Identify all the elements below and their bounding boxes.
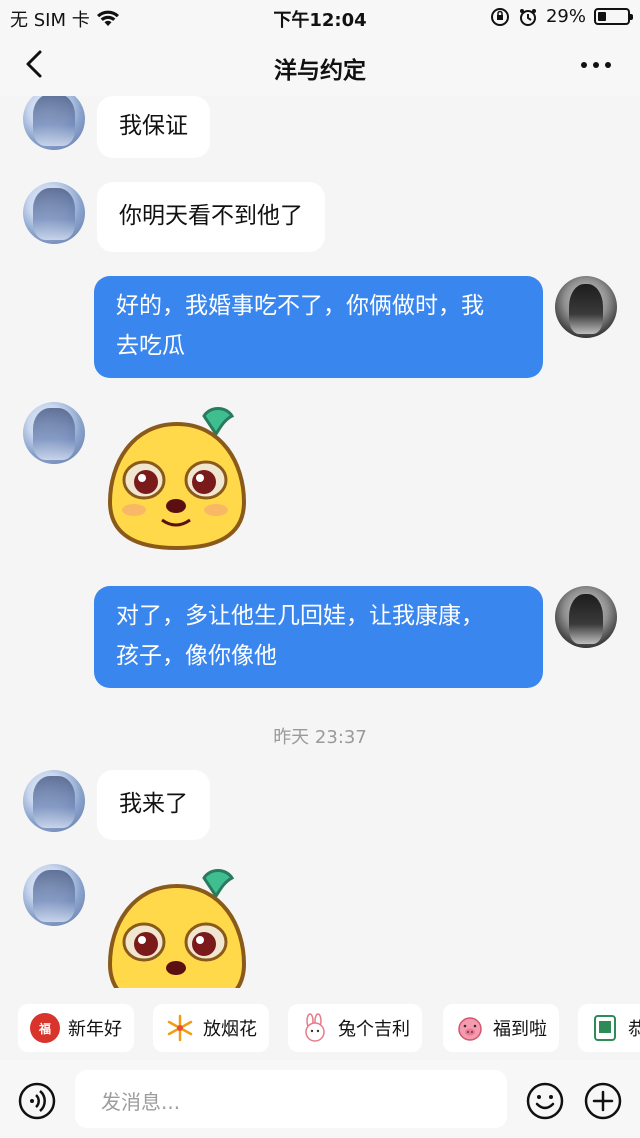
quick-reply-chip[interactable]: 恭 bbox=[578, 1004, 640, 1052]
self-avatar[interactable] bbox=[555, 586, 617, 648]
incoming-message-bubble[interactable]: 我保证 bbox=[97, 96, 210, 158]
quick-reply-label: 福到啦 bbox=[493, 1019, 547, 1040]
firework-icon bbox=[167, 1014, 193, 1042]
status-bar: 无 SIM 卡 下午12:04 29% bbox=[0, 0, 640, 34]
battery-percent: 29% bbox=[545, 6, 586, 27]
peer-avatar[interactable] bbox=[23, 770, 85, 832]
message-text-line: 好的，我婚事吃不了，你俩做时，我 bbox=[116, 293, 484, 319]
yellow-blob-dog-sticker[interactable] bbox=[104, 864, 250, 988]
outgoing-message-bubble[interactable]: 好的，我婚事吃不了，你俩做时，我 去吃瓜 bbox=[94, 276, 543, 378]
emoji-icon[interactable] bbox=[526, 1082, 564, 1120]
message-list[interactable]: 我保证 你明天看不到他了 好的，我婚事吃不了，你俩做时，我 去吃瓜 对了，多让他… bbox=[0, 96, 640, 988]
chat-title: 洋与约定 bbox=[274, 58, 366, 84]
quick-reply-chip[interactable]: 福到啦 bbox=[443, 1004, 559, 1052]
outgoing-message-bubble[interactable]: 对了，多让他生几回娃，让我康康， 孩子，像你像他 bbox=[94, 586, 543, 688]
incoming-message-bubble[interactable]: 你明天看不到他了 bbox=[97, 182, 325, 252]
quick-reply-chip[interactable]: 放烟花 bbox=[153, 1004, 269, 1052]
message-text: 我来了 bbox=[119, 791, 188, 817]
quick-reply-bar[interactable]: 福 新年好 放烟花 兔个吉利 福到啦 恭 bbox=[0, 988, 640, 1060]
battery-icon bbox=[594, 8, 633, 25]
quick-reply-chip[interactable]: 福 新年好 bbox=[18, 1004, 134, 1052]
quick-reply-chip[interactable]: 兔个吉利 bbox=[288, 1004, 422, 1052]
message-input-placeholder: 发消息... bbox=[101, 1090, 181, 1114]
incoming-message-bubble[interactable]: 我来了 bbox=[97, 770, 210, 840]
more-options-icon[interactable] bbox=[576, 50, 616, 80]
red-envelope-icon: 福 bbox=[30, 1013, 60, 1043]
pig-icon bbox=[458, 1017, 482, 1041]
alarm-icon bbox=[519, 8, 536, 26]
yellow-blob-dog-sticker[interactable] bbox=[104, 402, 250, 552]
self-avatar[interactable] bbox=[555, 276, 617, 338]
message-text: 我保证 bbox=[119, 113, 188, 139]
rotation-lock-icon bbox=[490, 7, 509, 26]
message-text-line: 去吃瓜 bbox=[116, 333, 185, 359]
battery-level bbox=[598, 12, 606, 21]
quick-reply-label: 恭 bbox=[628, 1019, 640, 1040]
message-text-line: 对了，多让他生几回娃，让我康康， bbox=[116, 603, 484, 629]
quick-reply-label: 兔个吉利 bbox=[338, 1019, 410, 1040]
message-text-line: 孩子，像你像他 bbox=[116, 643, 277, 669]
mahjong-icon bbox=[594, 1015, 616, 1041]
peer-avatar[interactable] bbox=[23, 182, 85, 244]
rabbit-icon bbox=[305, 1013, 325, 1042]
input-bar: 发消息... bbox=[0, 1060, 640, 1138]
add-attachment-icon[interactable] bbox=[584, 1082, 622, 1120]
timestamp-divider: 昨天 23:37 bbox=[273, 727, 367, 748]
peer-avatar[interactable] bbox=[23, 864, 85, 926]
voice-input-icon[interactable] bbox=[18, 1082, 56, 1120]
nav-bar: 洋与约定 bbox=[0, 34, 640, 96]
message-input[interactable]: 发消息... bbox=[75, 1070, 507, 1128]
quick-reply-label: 放烟花 bbox=[203, 1019, 257, 1040]
peer-avatar[interactable] bbox=[23, 96, 85, 150]
message-text: 你明天看不到他了 bbox=[119, 203, 303, 229]
peer-avatar[interactable] bbox=[23, 402, 85, 464]
quick-reply-label: 新年好 bbox=[68, 1019, 122, 1040]
